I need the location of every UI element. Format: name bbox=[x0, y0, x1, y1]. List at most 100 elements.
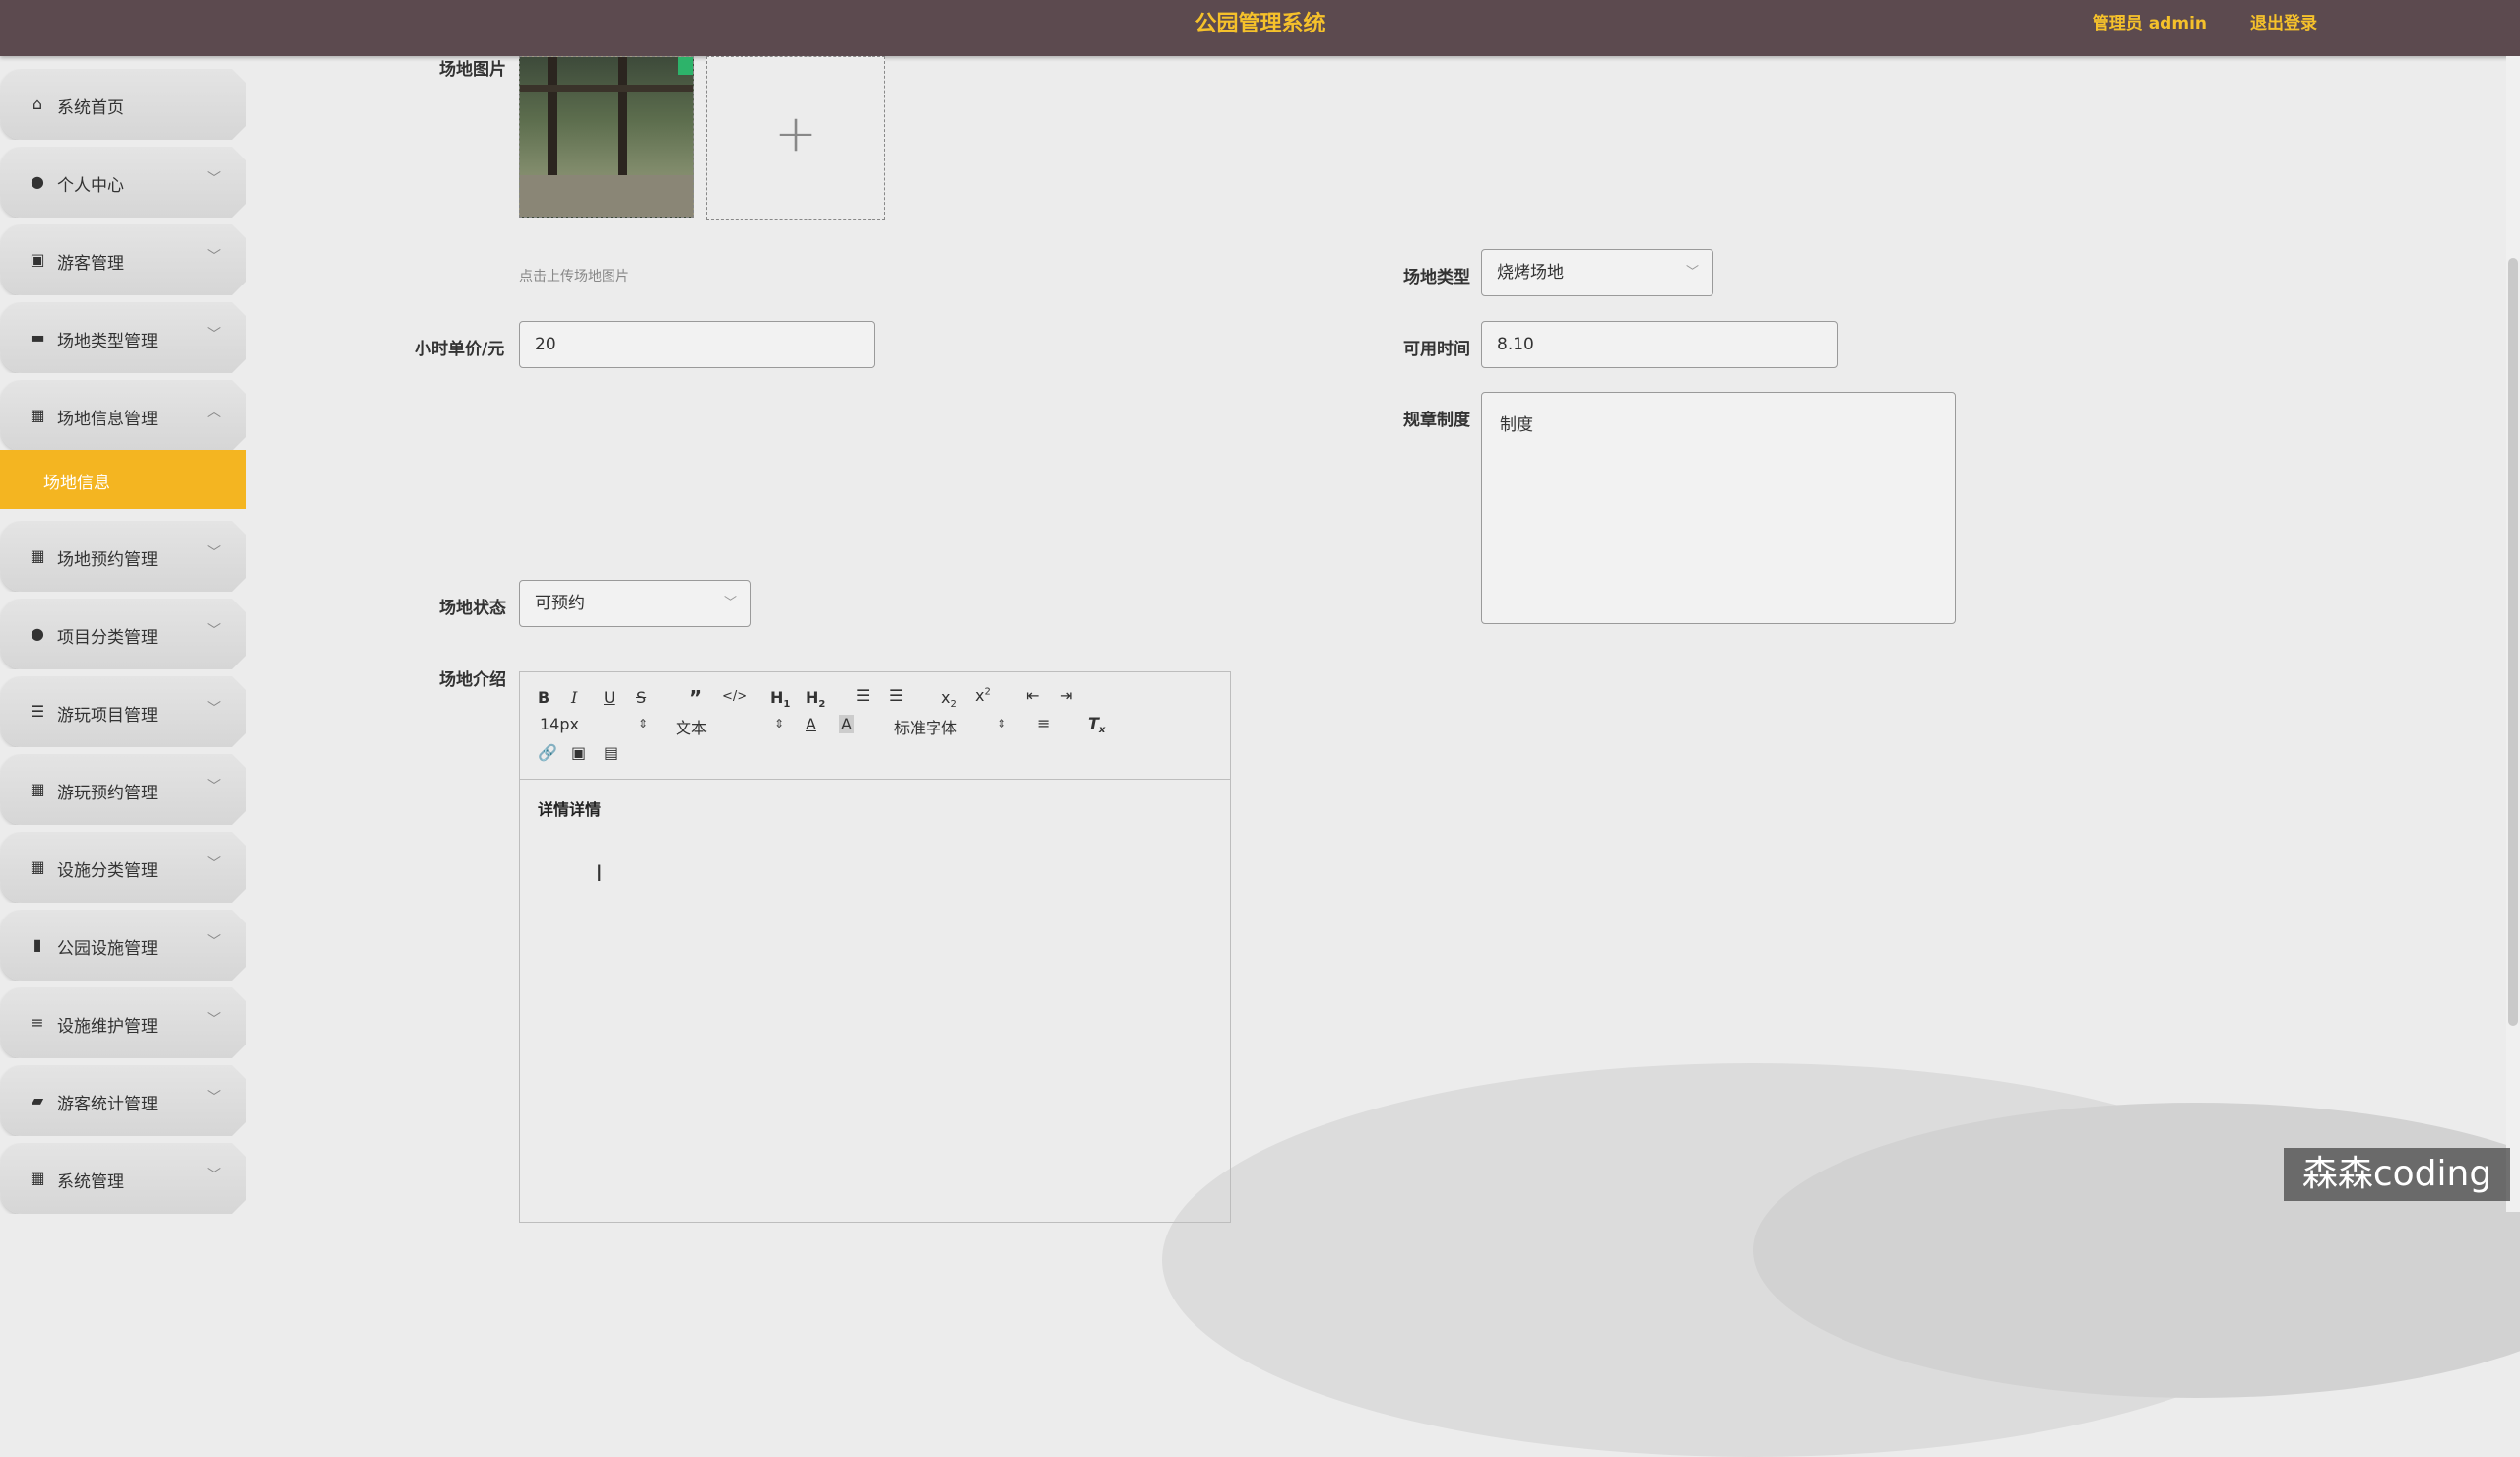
status-select[interactable]: 可预约 ﹀ bbox=[519, 580, 751, 627]
ordered-list-icon[interactable]: ☰ bbox=[856, 686, 870, 705]
sidebar-item-play-booking[interactable]: ▦ 游玩预约管理 ﹀ bbox=[0, 754, 246, 825]
price-label: 小时单价/元 bbox=[415, 340, 505, 359]
sidebar-item-label: 设施维护管理 bbox=[57, 1017, 158, 1037]
font-size-value: 14px bbox=[540, 715, 579, 733]
bullet-list-icon[interactable]: ☰ bbox=[889, 686, 903, 705]
sidebar-item-facility-category[interactable]: ▦ 设施分类管理 ﹀ bbox=[0, 832, 246, 903]
sidebar: ⌂ 系统首页 ● 个人中心 ﹀ ▣ 游客管理 ﹀ ▬ 场地类型管理 ﹀ ▦ 场地… bbox=[0, 56, 246, 1214]
background-color-icon[interactable]: A bbox=[839, 715, 854, 733]
updown-icon: ⇕ bbox=[774, 717, 785, 730]
heading2-icon[interactable]: H2 bbox=[806, 688, 825, 710]
paragraph-select[interactable]: 文本 ⇕ bbox=[676, 715, 785, 737]
type-label: 场地类型 bbox=[1403, 268, 1470, 287]
sidebar-item-label: 公园设施管理 bbox=[57, 939, 158, 959]
grid-icon: ▦ bbox=[30, 780, 45, 798]
page-scrollbar[interactable] bbox=[2506, 56, 2520, 1212]
chevron-down-icon: ﹀ bbox=[207, 934, 221, 950]
sidebar-item-system[interactable]: ▦ 系统管理 ﹀ bbox=[0, 1143, 246, 1214]
subscript-icon[interactable]: x2 bbox=[941, 688, 957, 710]
font-family-select[interactable]: 标准字体 ⇕ bbox=[894, 715, 1006, 737]
home-icon: ⌂ bbox=[32, 95, 43, 113]
superscript-icon[interactable]: x2 bbox=[975, 686, 991, 705]
updown-icon: ⇕ bbox=[997, 717, 1007, 730]
status-select-value: 可预约 bbox=[535, 594, 585, 613]
rules-textarea[interactable]: 制度 bbox=[1481, 392, 1956, 624]
sidebar-item-maintenance[interactable]: ≡ 设施维护管理 ﹀ bbox=[0, 987, 246, 1058]
logout-link[interactable]: 退出登录 bbox=[2250, 9, 2317, 33]
grid-icon: ▦ bbox=[30, 406, 45, 424]
clipboard-icon: ▣ bbox=[30, 250, 45, 269]
italic-icon[interactable]: I bbox=[571, 688, 577, 707]
sidebar-item-venue-types[interactable]: ▬ 场地类型管理 ﹀ bbox=[0, 302, 246, 373]
font-family-value: 标准字体 bbox=[894, 719, 958, 737]
plus-icon: + bbox=[774, 104, 817, 163]
sidebar-subitem-venue-info[interactable]: 场地信息 bbox=[0, 450, 246, 509]
align-icon[interactable]: ≡ bbox=[1037, 714, 1050, 732]
upload-button[interactable]: + bbox=[706, 56, 885, 220]
heading1-icon[interactable]: H1 bbox=[770, 688, 790, 710]
text-cursor-icon: I bbox=[596, 862, 603, 887]
chevron-down-icon: ﹀ bbox=[1685, 265, 1699, 280]
rules-label: 规章制度 bbox=[1403, 411, 1470, 430]
briefcase-icon: ▰ bbox=[31, 1091, 44, 1109]
clear-format-icon[interactable]: Tx bbox=[1088, 714, 1105, 735]
sidebar-item-label: 场地信息管理 bbox=[57, 410, 158, 429]
editor-content[interactable]: 详情详情 bbox=[538, 796, 601, 820]
time-input[interactable]: 8.10 bbox=[1481, 321, 1838, 368]
sidebar-item-home[interactable]: ⌂ 系统首页 bbox=[0, 69, 246, 140]
strike-icon[interactable]: S bbox=[636, 688, 646, 707]
chevron-down-icon: ﹀ bbox=[207, 249, 221, 265]
rules-value: 制度 bbox=[1500, 415, 1533, 435]
sidebar-item-project-category[interactable]: ● 项目分类管理 ﹀ bbox=[0, 599, 246, 669]
code-icon[interactable]: </> bbox=[722, 689, 747, 704]
outdent-icon[interactable]: ⇤ bbox=[1026, 686, 1039, 705]
sidebar-item-visitors[interactable]: ▣ 游客管理 ﹀ bbox=[0, 224, 246, 295]
watermark: 森森coding bbox=[2284, 1148, 2510, 1201]
chevron-down-icon: ﹀ bbox=[207, 701, 221, 717]
font-color-icon[interactable]: A bbox=[806, 715, 816, 733]
paragraph-value: 文本 bbox=[676, 719, 708, 737]
font-size-select[interactable]: 14px ⇕ bbox=[540, 715, 648, 736]
chevron-down-icon: ﹀ bbox=[207, 327, 221, 343]
video-icon[interactable]: ▤ bbox=[604, 743, 618, 762]
link-icon[interactable]: 🔗 bbox=[538, 743, 557, 762]
grid-icon: ▦ bbox=[30, 1169, 45, 1187]
sidebar-item-label: 游客管理 bbox=[57, 254, 124, 274]
image-icon[interactable]: ▣ bbox=[571, 743, 586, 762]
monitor-icon: ▬ bbox=[30, 328, 45, 347]
sidebar-item-venue-info[interactable]: ▦ 场地信息管理 ︿ bbox=[0, 380, 246, 451]
time-label: 可用时间 bbox=[1403, 340, 1470, 359]
venue-photo[interactable] bbox=[519, 56, 694, 218]
sidebar-item-label: 项目分类管理 bbox=[57, 628, 158, 648]
sidebar-item-venue-booking[interactable]: ▦ 场地预约管理 ﹀ bbox=[0, 521, 246, 592]
bar-chart-icon: ▮ bbox=[32, 935, 42, 954]
sidebar-item-label: 游玩预约管理 bbox=[57, 784, 158, 803]
type-select[interactable]: 烧烤场地 ﹀ bbox=[1481, 249, 1713, 296]
chevron-down-icon: ﹀ bbox=[207, 1090, 221, 1106]
chevron-down-icon: ﹀ bbox=[723, 596, 737, 610]
editor-toolbar: B I U S ” </> H1 H2 ☰ ☰ x2 x2 ⇤ ⇥ 14px ⇕… bbox=[520, 672, 1230, 780]
price-input[interactable]: 20 bbox=[519, 321, 875, 368]
updown-icon: ⇕ bbox=[638, 717, 649, 730]
underline-icon[interactable]: U bbox=[604, 688, 615, 707]
sidebar-item-label: 系统首页 bbox=[57, 98, 124, 118]
quote-icon[interactable]: ” bbox=[689, 686, 702, 710]
grid-icon: ▦ bbox=[30, 546, 45, 565]
chevron-down-icon: ﹀ bbox=[207, 1168, 221, 1183]
sidebar-item-profile[interactable]: ● 个人中心 ﹀ bbox=[0, 147, 246, 218]
sidebar-item-visitor-stats[interactable]: ▰ 游客统计管理 ﹀ bbox=[0, 1065, 246, 1136]
grid-icon: ▦ bbox=[30, 857, 45, 876]
indent-icon[interactable]: ⇥ bbox=[1060, 686, 1072, 705]
status-label: 场地状态 bbox=[439, 599, 506, 618]
rich-text-editor: B I U S ” </> H1 H2 ☰ ☰ x2 x2 ⇤ ⇥ 14px ⇕… bbox=[519, 671, 1231, 1223]
admin-label: 管理员 admin bbox=[2092, 14, 2207, 33]
scrollbar-thumb[interactable] bbox=[2508, 258, 2518, 1026]
bold-icon[interactable]: B bbox=[538, 688, 549, 707]
sidebar-item-facilities[interactable]: ▮ 公园设施管理 ﹀ bbox=[0, 910, 246, 981]
sidebar-item-label: 场地类型管理 bbox=[57, 332, 158, 351]
sidebar-item-label: 设施分类管理 bbox=[57, 861, 158, 881]
sidebar-item-projects[interactable]: ☰ 游玩项目管理 ﹀ bbox=[0, 676, 246, 747]
top-bar: 公园管理系统 管理员 admin 退出登录 bbox=[0, 0, 2520, 56]
chevron-down-icon: ﹀ bbox=[207, 171, 221, 187]
chevron-down-icon: ﹀ bbox=[207, 545, 221, 561]
